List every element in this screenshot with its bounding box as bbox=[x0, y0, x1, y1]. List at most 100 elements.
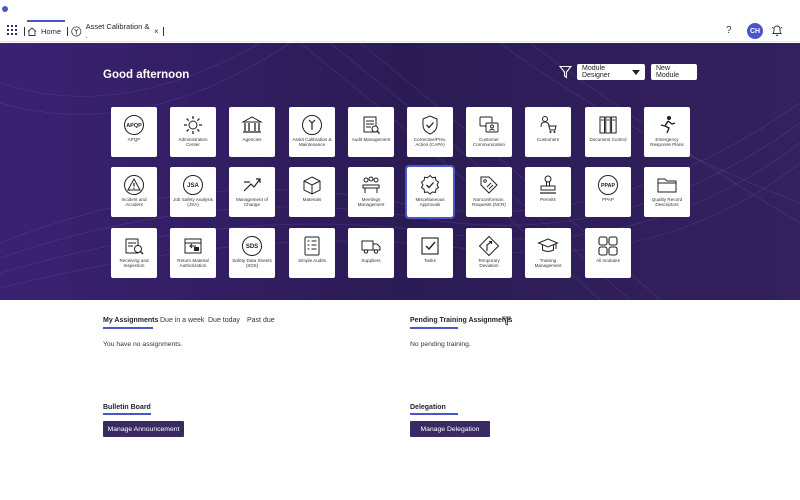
module-designer-label: Module Designer bbox=[582, 65, 611, 79]
tag-icon bbox=[477, 174, 501, 196]
module-tile[interactable]: Agencies bbox=[229, 107, 275, 157]
module-tile[interactable]: Incident and Accident bbox=[111, 167, 157, 217]
module-tile[interactable]: Receiving and Inspection bbox=[111, 228, 157, 278]
module-tile[interactable]: Materials bbox=[289, 167, 335, 217]
meeting-icon bbox=[359, 174, 383, 196]
training-empty-text: No pending training. bbox=[410, 341, 471, 348]
module-tile-label: Corrective/Prev. Action (CAPA) bbox=[413, 137, 447, 148]
approval-badge-icon bbox=[418, 174, 442, 196]
module-tile[interactable]: Quality Record Descriptors bbox=[644, 167, 690, 217]
module-tile-label: Simple Audits bbox=[298, 258, 326, 263]
warning-icon bbox=[122, 174, 146, 196]
module-tile[interactable]: Document Control bbox=[585, 107, 631, 157]
greeting-text: Good afternoon bbox=[103, 69, 190, 81]
change-arrows-icon bbox=[240, 174, 264, 196]
module-tile[interactable]: Emergency Response Plans bbox=[644, 107, 690, 157]
status-dot bbox=[2, 6, 8, 12]
module-tile[interactable]: Return Material Authorization bbox=[170, 228, 216, 278]
module-tile[interactable]: Suppliers bbox=[348, 228, 394, 278]
tab-past-due[interactable]: Past due bbox=[247, 317, 275, 324]
module-tile-label: Incident and Accident bbox=[121, 197, 147, 208]
return-box-icon bbox=[181, 235, 205, 257]
module-tile[interactable]: All modules bbox=[585, 228, 631, 278]
module-tile-label: Administration Center bbox=[178, 137, 208, 148]
module-tile-label: Temporary Deviation bbox=[478, 258, 500, 269]
agency-building-icon bbox=[240, 114, 264, 136]
training-filter-icon[interactable] bbox=[502, 316, 511, 326]
module-tile[interactable]: SDS Safety Data Sheets (SDS) bbox=[229, 228, 275, 278]
my-assignments-title[interactable]: My Assignments bbox=[103, 317, 158, 324]
module-tile-label: Management of Change bbox=[236, 197, 268, 208]
ppap-icon: PPAP bbox=[596, 174, 620, 196]
delegation-underline bbox=[410, 413, 458, 415]
avatar[interactable]: CH bbox=[747, 23, 763, 39]
top-bar: Home Asset Calibration & . × ? CH bbox=[0, 0, 800, 42]
home-icon bbox=[27, 26, 37, 36]
manage-delegation-button[interactable]: Manage Delegation bbox=[410, 421, 490, 437]
tab-asset-calibration[interactable]: Asset Calibration & . bbox=[71, 20, 151, 42]
module-tile[interactable]: APQP APQP bbox=[111, 107, 157, 157]
svg-text:SDS: SDS bbox=[246, 244, 258, 250]
box-icon bbox=[300, 174, 324, 196]
module-tile[interactable]: Administration Center bbox=[170, 107, 216, 157]
module-tile-label: Permits bbox=[540, 197, 556, 202]
module-tile[interactable]: Audit Management bbox=[348, 107, 394, 157]
notification-bell-icon[interactable] bbox=[771, 24, 783, 37]
tab-due-in-a-week[interactable]: Due in a week bbox=[160, 317, 204, 324]
module-tile-label: Asset Calibration & Maintenance bbox=[292, 137, 332, 148]
module-tile[interactable]: Training Management bbox=[525, 228, 571, 278]
module-tile-label: Audit Management bbox=[351, 137, 391, 142]
module-tile[interactable]: Customer Communication bbox=[466, 107, 512, 157]
module-tile-label: Nonconforman. Requests (NCR) bbox=[472, 197, 506, 208]
module-tile-label: Quality Record Descriptors bbox=[651, 197, 683, 208]
module-tile[interactable]: Temporary Deviation bbox=[466, 228, 512, 278]
app-launcher-icon[interactable] bbox=[7, 25, 17, 35]
checklist-icon bbox=[300, 235, 324, 257]
module-tile[interactable]: Miscellaneous Approvals bbox=[405, 165, 455, 219]
module-tile[interactable]: Simple Audits bbox=[289, 228, 335, 278]
module-tile[interactable]: JSA Job Safety Analysis (JSA) bbox=[170, 167, 216, 217]
delegation-title: Delegation bbox=[410, 404, 446, 411]
module-tile[interactable]: Permits bbox=[525, 167, 571, 217]
module-designer-dropdown[interactable]: Module Designer bbox=[577, 64, 645, 80]
customer-cart-icon bbox=[536, 114, 560, 136]
tab-due-today[interactable]: Due today bbox=[208, 317, 240, 324]
module-tile[interactable]: Asset Calibration & Maintenance bbox=[289, 107, 335, 157]
filter-icon[interactable] bbox=[559, 65, 572, 79]
divider bbox=[24, 27, 25, 36]
module-tile[interactable]: Nonconforman. Requests (NCR) bbox=[466, 167, 512, 217]
inspection-icon bbox=[122, 235, 146, 257]
manage-announcement-button[interactable]: Manage Announcement bbox=[103, 421, 184, 437]
module-tile-label: Miscellaneous Approvals bbox=[415, 197, 445, 208]
module-tile[interactable]: PPAP PPAP bbox=[585, 167, 631, 217]
hero-banner: Good afternoon Module Designer New Modul… bbox=[0, 43, 800, 300]
module-tile-label: Meetings Management bbox=[357, 197, 385, 208]
apqp-icon: APQP bbox=[122, 114, 146, 136]
module-tile[interactable]: Tasks bbox=[407, 228, 453, 278]
truck-icon bbox=[359, 235, 383, 257]
close-tab-icon[interactable]: × bbox=[154, 27, 159, 36]
task-check-icon bbox=[418, 235, 442, 257]
chevron-down-icon bbox=[632, 69, 640, 75]
tab-home[interactable]: Home bbox=[27, 20, 65, 42]
module-tile-label: Emergency Response Plans bbox=[650, 137, 684, 148]
module-tile-label: Suppliers bbox=[361, 258, 381, 263]
module-tile[interactable]: Meetings Management bbox=[348, 167, 394, 217]
permit-stamp-icon bbox=[536, 174, 560, 196]
road-sign-icon bbox=[477, 235, 501, 257]
help-icon[interactable]: ? bbox=[726, 25, 732, 36]
module-tile[interactable]: Customers bbox=[525, 107, 571, 157]
bulletin-underline bbox=[103, 413, 151, 415]
module-tile[interactable]: Corrective/Prev. Action (CAPA) bbox=[407, 107, 453, 157]
module-tile-label: Tasks bbox=[424, 258, 436, 263]
module-tile-label: APQP bbox=[127, 137, 141, 142]
module-tile[interactable]: Management of Change bbox=[229, 167, 275, 217]
module-tile-label: Agencies bbox=[242, 137, 262, 142]
binders-icon bbox=[596, 114, 620, 136]
pending-training-title: Pending Training Assignments bbox=[410, 317, 513, 324]
module-tile-label: Receiving and Inspection bbox=[119, 258, 149, 269]
new-module-button[interactable]: New Module bbox=[651, 64, 697, 80]
admin-gear-icon bbox=[181, 114, 205, 136]
graduation-cap-icon bbox=[536, 235, 560, 257]
grid-squares-icon bbox=[596, 235, 620, 257]
